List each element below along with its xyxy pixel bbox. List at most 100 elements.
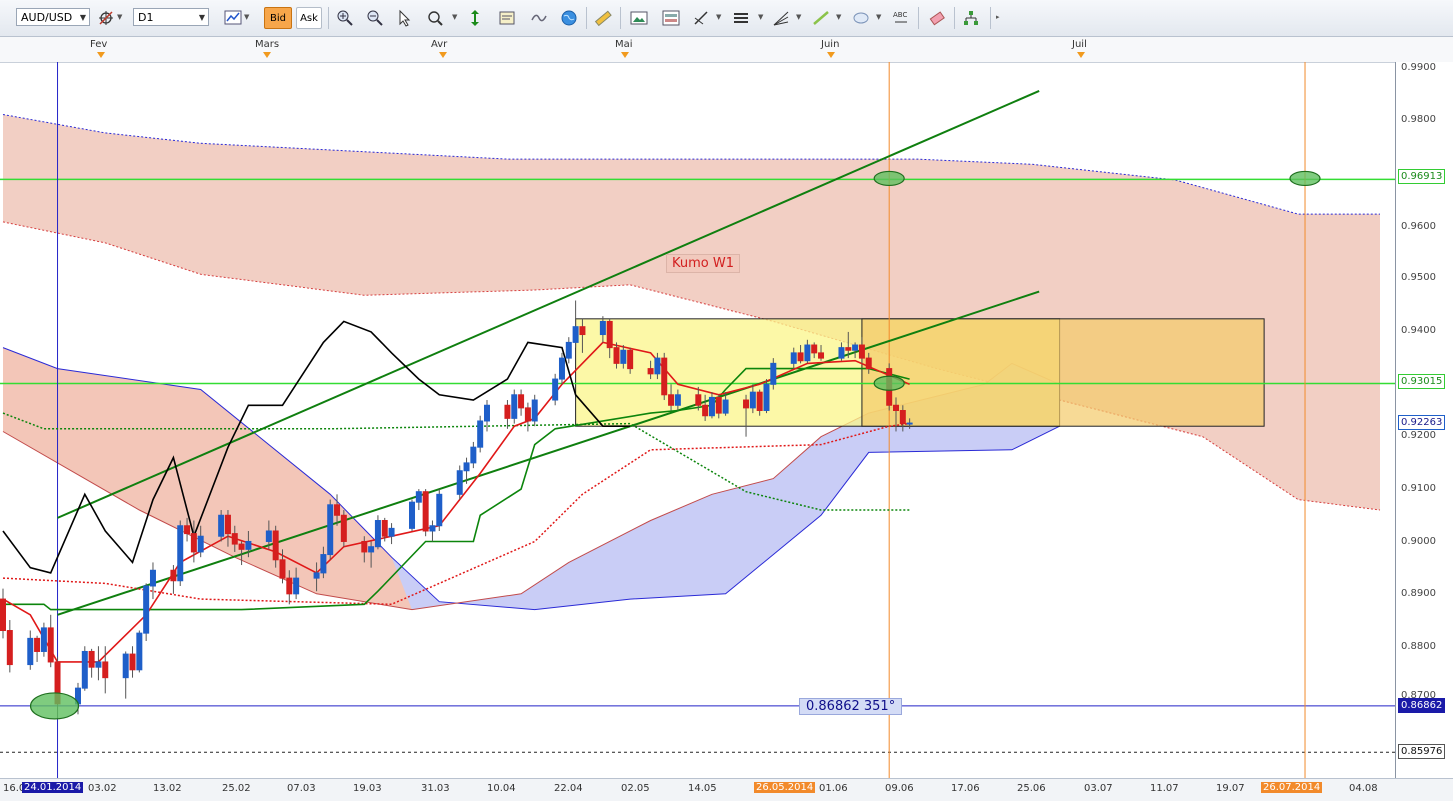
bull-candle (852, 344, 859, 351)
bear-candle (893, 404, 900, 411)
bull-candle (415, 491, 422, 503)
zoom-in-icon[interactable] (336, 9, 354, 27)
chevron-down-icon[interactable]: ▼ (876, 13, 881, 21)
price-tick: 0.9100 (1401, 483, 1436, 494)
bull-candle (599, 320, 606, 336)
date-label: 03.07 (1084, 783, 1113, 794)
bull-candle (320, 554, 327, 574)
text-tool-icon[interactable]: ABC (892, 9, 910, 27)
date-label: 09.06 (885, 783, 914, 794)
bid-button[interactable]: Bid (264, 7, 292, 29)
bear-candle (865, 357, 872, 370)
cursor-icon[interactable] (396, 9, 414, 27)
date-highlight: 24.01.2014 (22, 782, 84, 793)
bull-candle (620, 349, 627, 364)
date-label: 13.02 (153, 783, 182, 794)
globe-icon[interactable] (560, 9, 578, 27)
bull-candle (81, 650, 88, 689)
bear-candle (756, 391, 763, 411)
date-label: 14.05 (688, 783, 717, 794)
bear-candle (695, 394, 702, 406)
bull-candle (436, 493, 443, 527)
bear-candle (129, 653, 136, 671)
bear-candle (606, 320, 613, 349)
bear-candle (0, 598, 6, 632)
bull-candle (770, 362, 777, 385)
chevron-down-icon[interactable]: ▼ (244, 13, 249, 21)
ruler-icon[interactable] (594, 9, 612, 27)
date-axis: 16.0 24.01.2014 03.02 13.02 25.02 07.03 … (0, 778, 1453, 801)
bull-candle (654, 357, 661, 375)
bear-candle (361, 540, 368, 553)
price-tick: 0.9600 (1401, 221, 1436, 232)
image-icon[interactable] (630, 9, 648, 27)
bull-candle (218, 514, 225, 537)
bull-candle (40, 627, 47, 652)
bull-candle (409, 501, 416, 529)
chevron-down-icon[interactable]: ▼ (836, 13, 841, 21)
chevron-down-icon[interactable]: ▼ (796, 13, 801, 21)
price-chart[interactable] (0, 62, 1395, 778)
price-axis[interactable]: 0.9900 0.9800 0.9600 0.9500 0.9400 0.920… (1395, 62, 1453, 778)
zoom-out-icon[interactable] (366, 9, 384, 27)
wave-icon[interactable] (530, 9, 548, 27)
bear-candle (811, 344, 818, 354)
eraser-icon[interactable] (928, 9, 946, 27)
daily-kumo-red-fill (3, 347, 412, 610)
timeframe-select[interactable]: D1 ▼ (133, 8, 209, 26)
trendline-tool-icon[interactable] (812, 9, 830, 27)
chevron-down-icon[interactable]: ▼ (117, 13, 122, 21)
price-tick: 0.9400 (1401, 325, 1436, 336)
ask-button[interactable]: Ask (296, 7, 322, 29)
bear-candle (579, 326, 586, 336)
toolbar-separator (954, 7, 955, 29)
properties-icon[interactable] (498, 9, 516, 27)
chevron-down-icon[interactable]: ▼ (716, 13, 721, 21)
hline-tool-icon[interactable] (732, 9, 750, 27)
symbol-select[interactable]: AUD/USD ▼ (16, 8, 90, 26)
svg-text:ABC: ABC (893, 11, 907, 19)
low-level-tag: 0.86862 (1398, 698, 1446, 713)
bear-candle (184, 525, 191, 535)
bear-candle (899, 410, 906, 425)
bear-candle (524, 407, 531, 422)
month-label: Juin (821, 39, 840, 50)
template-icon[interactable] (662, 9, 680, 27)
bull-candle (143, 585, 150, 634)
objects-tree-icon[interactable] (962, 9, 980, 27)
bull-candle (177, 525, 184, 582)
fan-tool-icon[interactable] (772, 9, 790, 27)
drawing-tools-icon[interactable] (692, 9, 710, 27)
bull-candle (708, 396, 715, 417)
bull-candle (429, 525, 436, 532)
month-marker-icon (827, 52, 835, 58)
bull-candle (483, 404, 490, 422)
bear-candle (702, 404, 709, 417)
month-label: Juil (1072, 39, 1087, 50)
fit-height-icon[interactable] (466, 9, 484, 27)
date-label: 19.07 (1216, 783, 1245, 794)
bear-candle (231, 533, 238, 545)
ellipse-tool-icon[interactable] (852, 9, 870, 27)
bull-candle (722, 399, 729, 414)
chart-toolbar: AUD/USD ▼ ▼ D1 ▼ ▼ Bid Ask ▼ ▼ ▼ ▼ ▼ ▼ A… (0, 0, 1453, 37)
price-tick: 0.9500 (1401, 272, 1436, 283)
bear-candle (334, 504, 341, 516)
toolbar-overflow-icon[interactable]: ▸ (996, 13, 1000, 21)
bear-candle (504, 404, 511, 419)
bear-candle (818, 352, 825, 359)
chart-type-icon[interactable] (224, 9, 242, 27)
bull-candle (552, 378, 559, 401)
crosshair-icon[interactable] (97, 9, 115, 27)
bull-candle (470, 446, 477, 464)
bull-candle (197, 535, 204, 553)
date-label: 02.05 (621, 783, 650, 794)
bull-candle (293, 577, 300, 595)
magnifier-icon[interactable] (426, 9, 444, 27)
ellipse-marker (1289, 170, 1321, 187)
bear-candle (224, 514, 231, 535)
chevron-down-icon[interactable]: ▼ (452, 13, 457, 21)
month-marker-icon (97, 52, 105, 58)
chevron-down-icon[interactable]: ▼ (758, 13, 763, 21)
bull-candle (245, 540, 252, 550)
